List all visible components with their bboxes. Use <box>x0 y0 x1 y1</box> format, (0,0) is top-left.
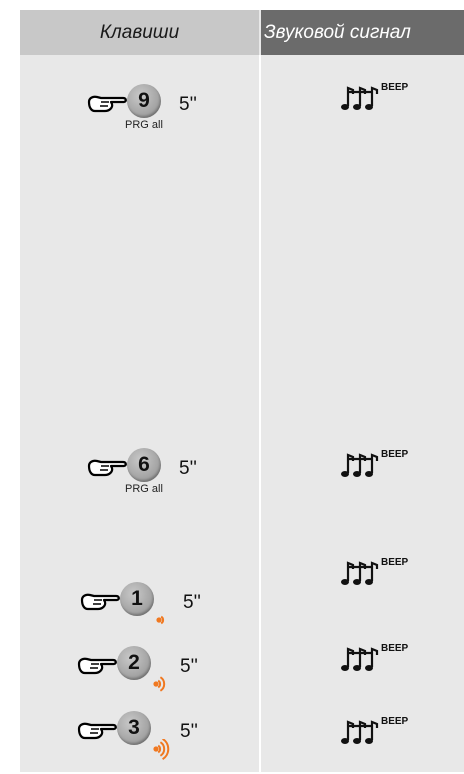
beep-label: BEEP <box>381 557 409 568</box>
prg-all-label: PRG all <box>125 119 163 131</box>
hold-duration: 5'' <box>180 721 198 742</box>
key-button-2[interactable]: 2 <box>117 646 151 680</box>
key-button-9[interactable]: 9 <box>127 84 161 118</box>
keys-column-header: Клавиши <box>20 10 259 55</box>
prg-all-label: PRG all <box>125 483 163 495</box>
pointing-hand-icon <box>77 654 121 681</box>
key-button-1[interactable]: 1 <box>120 582 154 616</box>
beep-label: BEEP <box>381 716 409 727</box>
pointing-hand-icon <box>87 456 131 483</box>
hold-duration: 5'' <box>180 656 198 677</box>
sound-column-header: Звуковой сигнал <box>261 10 464 55</box>
signal-strength-icon <box>156 610 178 637</box>
beep-label: BEEP <box>381 643 409 654</box>
signal-strength-icon <box>153 737 175 766</box>
signal-strength-icon <box>153 674 175 701</box>
pointing-hand-icon <box>87 92 131 119</box>
hold-duration: 5'' <box>179 94 197 115</box>
pointing-hand-icon <box>80 590 124 617</box>
column-divider <box>259 55 261 772</box>
pointing-hand-icon <box>77 719 121 746</box>
key-button-3[interactable]: 3 <box>117 711 151 745</box>
beep-label: BEEP <box>381 449 409 460</box>
hold-duration: 5'' <box>179 458 197 479</box>
hold-duration: 5'' <box>183 592 201 613</box>
beep-label: BEEP <box>381 82 409 93</box>
key-button-6[interactable]: 6 <box>127 448 161 482</box>
